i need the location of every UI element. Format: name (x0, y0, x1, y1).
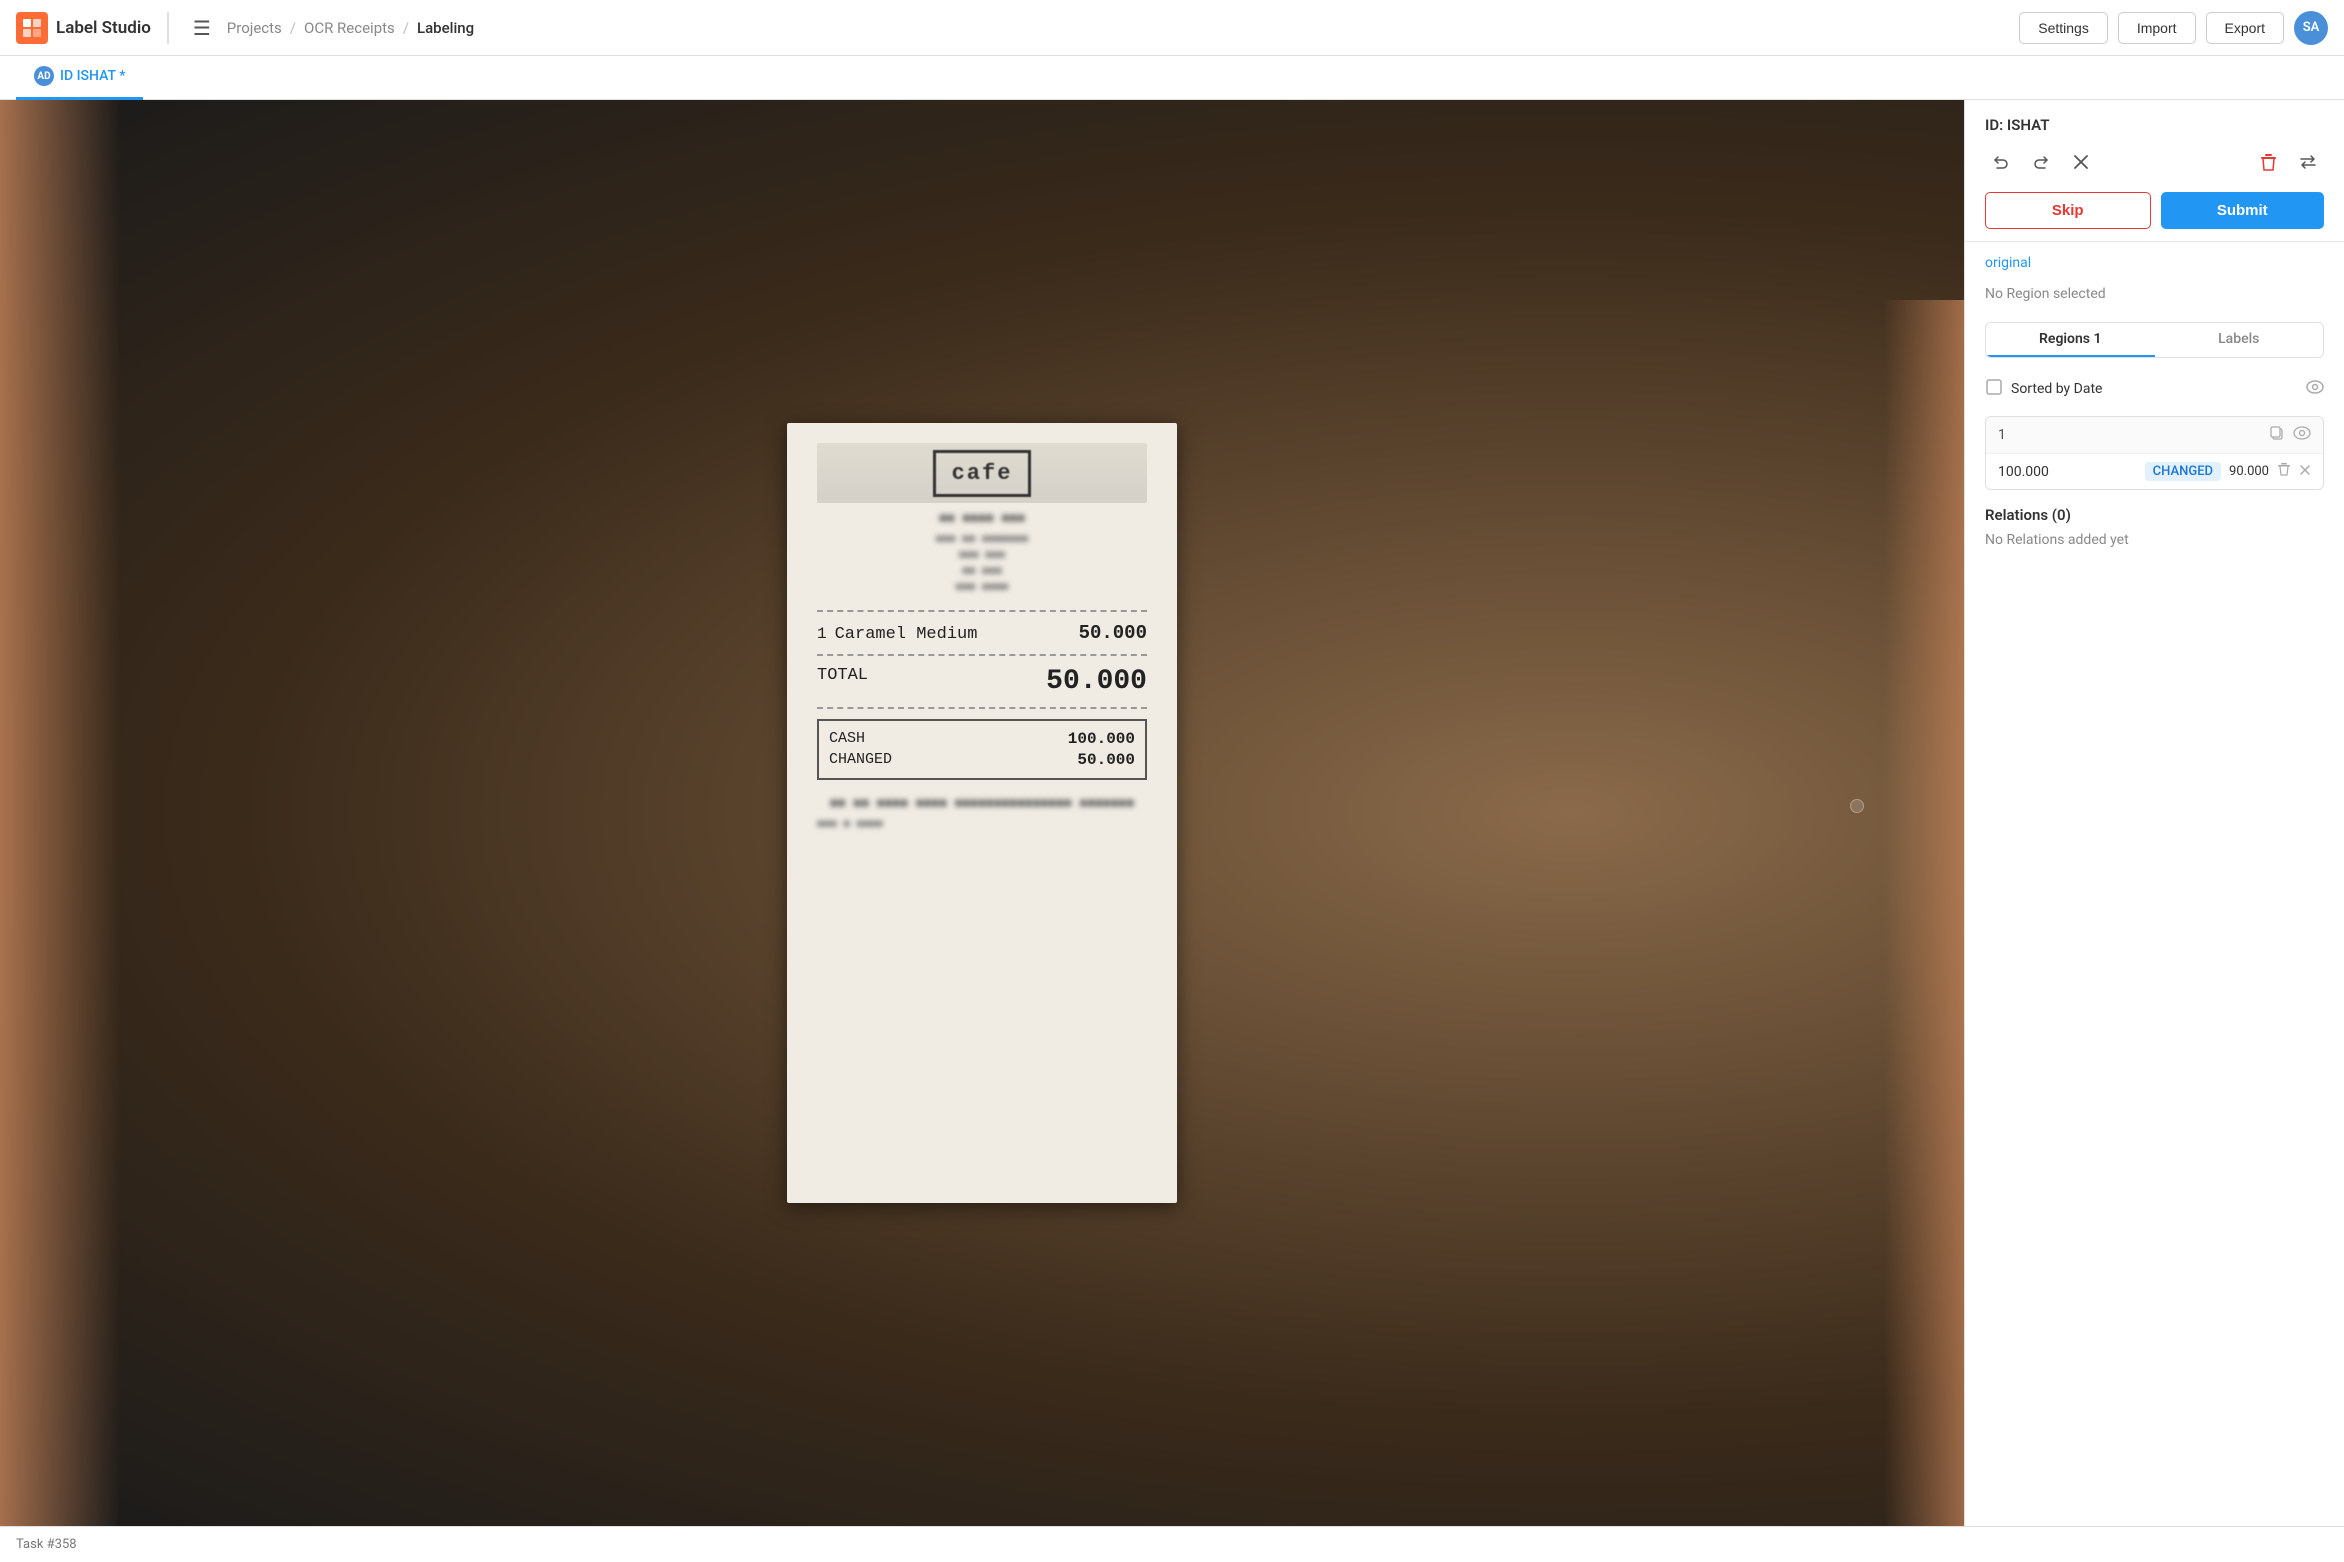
cash-row: CASH 100.000 (829, 730, 1135, 748)
region-item-box: 1 100.000 CHANGED 90.000 (1985, 416, 2324, 490)
total-price: 50.000 (1046, 666, 1147, 697)
action-buttons: Skip Submit (1985, 192, 2324, 229)
eye-toggle-button[interactable] (2306, 380, 2324, 399)
image-content: cafe ■■ ■■■■ ■■■ ■■■ ■■ ■■■■■■■ ■■■ ■■■ … (0, 100, 1964, 1526)
receipt-header: cafe ■■ ■■■■ ■■■ ■■■ ■■ ■■■■■■■ ■■■ ■■■ … (817, 443, 1147, 594)
avatar[interactable]: SA (2294, 11, 2328, 45)
receipt-total-row: TOTAL 50.000 (817, 666, 1147, 697)
dashed-line-2 (817, 654, 1147, 656)
region-copy-button[interactable] (2269, 425, 2285, 445)
region-tag-value: 90.000 (2229, 464, 2269, 479)
dashed-line-3 (817, 707, 1147, 709)
receipt-blurred-footer2: ■■■ ■ ■■■■ (817, 819, 1147, 831)
export-button[interactable]: Export (2206, 12, 2284, 44)
region-tag-changed: CHANGED (2145, 462, 2221, 481)
breadcrumb-project-name[interactable]: OCR Receipts (304, 19, 395, 37)
task-number: Task #358 (16, 1537, 77, 1552)
settings-button[interactable]: Settings (2019, 12, 2108, 44)
region-checkbox-icon (1985, 378, 2003, 400)
right-header: ID: ISHAT Skip (1965, 100, 2344, 242)
breadcrumb-sep1: / (290, 19, 296, 37)
no-region-area: No Region selected (1965, 283, 2344, 310)
breadcrumb: Projects / OCR Receipts / Labeling (227, 19, 474, 37)
undo-button[interactable] (1985, 146, 2017, 178)
redo-button[interactable] (2025, 146, 2057, 178)
receipt-blurred-detail3: ■■ ■■■ (817, 566, 1147, 578)
swap-button[interactable] (2292, 146, 2324, 178)
receipt-item-row: 1 Caramel Medium 50.000 (817, 622, 1147, 644)
task-id-label: ID: ISHAT (1985, 116, 2324, 134)
cash-label: CASH (829, 730, 865, 748)
receipt-blurred-detail2: ■■■ ■■■ (817, 550, 1147, 562)
receipt-blurred-detail1: ■■■ ■■ ■■■■■■■ (817, 534, 1147, 546)
breadcrumb-current: Labeling (417, 19, 474, 37)
region-close-button[interactable] (2299, 463, 2311, 480)
region-item-body: 100.000 CHANGED 90.000 (1986, 454, 2323, 489)
region-item-header: 1 (1986, 417, 2323, 454)
changed-label: CHANGED (829, 751, 892, 769)
no-region-text: No Region selected (1985, 282, 2106, 314)
tab-labels[interactable]: Labels (2155, 323, 2324, 357)
user-badge: AD (34, 66, 54, 86)
delete-button[interactable] (2252, 146, 2284, 178)
logo-area: Label Studio (16, 12, 169, 44)
main-layout: cafe ■■ ■■■■ ■■■ ■■■ ■■ ■■■■■■■ ■■■ ■■■ … (0, 100, 2344, 1526)
original-link-area: original (1965, 242, 2344, 283)
item-price: 50.000 (1079, 622, 1147, 644)
logo-icon (16, 12, 48, 44)
item-name: Caramel Medium (835, 625, 1079, 644)
toolbar-row (1985, 146, 2324, 178)
sorted-by-date-label[interactable]: Sorted by Date (2011, 381, 2298, 397)
tab-regions[interactable]: Regions 1 (1986, 323, 2155, 357)
regions-labels-tabs: Regions 1 Labels (1985, 322, 2324, 358)
task-tab-text: ID ISHAT * (60, 68, 125, 84)
cash-value: 100.000 (1068, 730, 1135, 748)
cash-section: CASH 100.000 CHANGED 50.000 (817, 719, 1147, 780)
breadcrumb-sep2: / (403, 19, 409, 37)
breadcrumb-projects[interactable]: Projects (227, 19, 282, 37)
cash-box: CASH 100.000 CHANGED 50.000 (817, 719, 1147, 780)
region-delete-button[interactable] (2277, 462, 2291, 481)
no-relations-text: No Relations added yet (1985, 532, 2324, 548)
submit-button[interactable]: Submit (2161, 192, 2325, 229)
item-number: 1 (817, 625, 827, 643)
receipt-blurred-detail4: ■■■ ■■■■ (817, 582, 1147, 594)
bottom-bar: Task #358 (0, 1526, 2344, 1562)
subnav-tab-id[interactable]: AD ID ISHAT * (16, 56, 143, 100)
skip-button[interactable]: Skip (1985, 192, 2151, 229)
region-item-actions (2269, 425, 2311, 445)
dashed-line-1 (817, 610, 1147, 612)
total-label: TOTAL (817, 666, 868, 697)
subnav-tab-label: AD ID ISHAT * (34, 66, 125, 86)
relations-title: Relations (0) (1985, 506, 2324, 524)
close-button[interactable] (2065, 146, 2097, 178)
region-item-number: 1 (1998, 427, 2269, 443)
nav-actions: Settings Import Export SA (2019, 11, 2328, 45)
right-panel: ID: ISHAT Skip (1964, 100, 2344, 1526)
region-eye-button[interactable] (2293, 425, 2311, 445)
changed-value: 50.000 (1077, 751, 1135, 769)
subnav: AD ID ISHAT * (0, 56, 2344, 100)
sorted-by-date-region: Sorted by Date (1985, 372, 2324, 406)
receipt-paper: cafe ■■ ■■■■ ■■■ ■■■ ■■ ■■■■■■■ ■■■ ■■■ … (787, 423, 1177, 1203)
receipt-logo-area: cafe (817, 443, 1147, 503)
cursor-indicator (1850, 799, 1864, 813)
region-value: 100.000 (1998, 464, 2137, 480)
image-area[interactable]: cafe ■■ ■■■■ ■■■ ■■■ ■■ ■■■■■■■ ■■■ ■■■ … (0, 100, 1964, 1526)
relations-section: Relations (0) No Relations added yet (1965, 490, 2344, 548)
import-button[interactable]: Import (2118, 12, 2196, 44)
original-link[interactable]: original (1985, 255, 2031, 271)
cafe-box: cafe (933, 450, 1032, 497)
receipt-blurred-footer1: ■■ ■■ ■■■■ ■■■■ ■■■■■■■■■■■■■■■ ■■■■■■■ (817, 796, 1147, 811)
receipt-footer: ■■ ■■ ■■■■ ■■■■ ■■■■■■■■■■■■■■■ ■■■■■■■ … (817, 796, 1147, 831)
receipt-blurred-address: ■■ ■■■■ ■■■ (817, 511, 1147, 526)
app-title: Label Studio (56, 18, 151, 38)
changed-row: CHANGED 50.000 (829, 751, 1135, 769)
hamburger-menu[interactable]: ☰ (193, 16, 211, 40)
topnav: Label Studio ☰ Projects / OCR Receipts /… (0, 0, 2344, 56)
